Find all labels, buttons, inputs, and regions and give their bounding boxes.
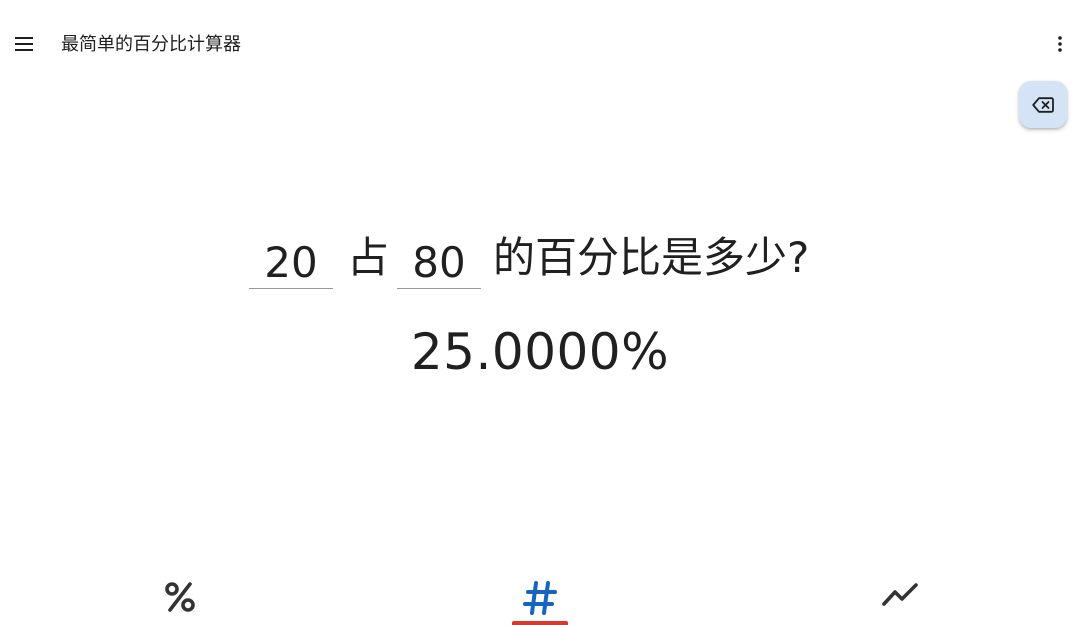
- value-b-input[interactable]: 80: [397, 228, 481, 289]
- question-suffix: 的百分比是多少?: [493, 233, 810, 282]
- result-value: 25.0000%: [410, 323, 670, 381]
- backspace-button[interactable]: [1019, 81, 1067, 128]
- backspace-icon: [1032, 96, 1054, 113]
- menu-button[interactable]: [10, 30, 38, 58]
- percent-icon: [165, 582, 195, 612]
- menu-icon: [15, 37, 33, 51]
- of-label: 占: [347, 233, 390, 282]
- bottom-navigation: [0, 572, 1080, 625]
- top-app-bar: 最简单的百分比计算器: [0, 0, 1080, 88]
- tab-number[interactable]: [360, 572, 720, 625]
- trending-icon: [882, 583, 918, 606]
- overflow-menu-button[interactable]: [1046, 30, 1074, 58]
- tab-trend[interactable]: [720, 572, 1080, 625]
- value-a-input[interactable]: 20: [249, 228, 333, 289]
- question-row: 20 占 80 的百分比是多少?: [0, 228, 1080, 292]
- more-vert-icon: [1058, 36, 1062, 52]
- tab-percent[interactable]: [0, 572, 360, 625]
- calculator-screen: 最简单的百分比计算器 20 占 80 的百分比是多少? 25.0000%: [0, 0, 1080, 625]
- number-sign-icon: [523, 581, 557, 615]
- selected-tab-indicator: [512, 621, 568, 625]
- app-title: 最简单的百分比计算器: [61, 34, 241, 55]
